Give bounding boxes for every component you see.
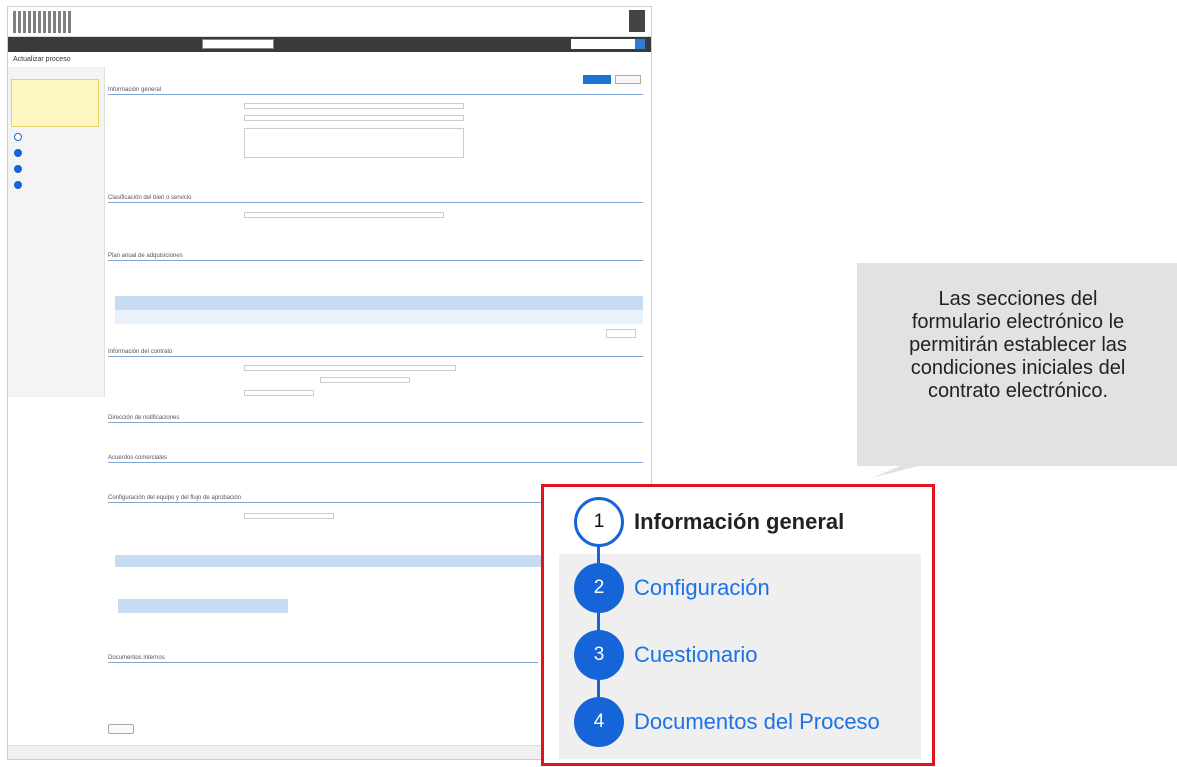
- step-documentos-del-proceso[interactable]: 4 Documentos del Proceso: [574, 697, 880, 747]
- step-cuestionario[interactable]: 3 Cuestionario: [574, 630, 758, 680]
- step-3-number: 3: [574, 630, 624, 680]
- step-3-label: Cuestionario: [634, 642, 758, 667]
- annual-plan-table-header: [115, 296, 643, 310]
- contract-type-select[interactable]: [244, 365, 456, 371]
- approval-subheader: [118, 599, 288, 613]
- process-number-field[interactable]: [244, 103, 464, 109]
- step-1-number: 1: [574, 497, 624, 547]
- callout-line: Las secciones del: [938, 288, 1098, 310]
- approval-flow-table-header: [115, 555, 545, 567]
- top-bar: [8, 7, 651, 37]
- callout-line: contrato electrónico.: [927, 380, 1109, 402]
- step-informacion-general[interactable]: 1 Información general: [574, 497, 844, 547]
- avatar[interactable]: [629, 10, 645, 32]
- callout-line: formulario electrónico le: [911, 311, 1125, 333]
- left-step-3[interactable]: [14, 165, 24, 173]
- step-2-icon: [14, 149, 22, 157]
- search-icon[interactable]: [635, 39, 645, 49]
- step-2-number: 2: [574, 563, 624, 613]
- breadcrumb-current: Actualizar proceso: [13, 56, 71, 63]
- callout-line: condiciones iniciales del: [910, 357, 1126, 379]
- add-plan-button[interactable]: [606, 329, 636, 338]
- section-header-annual-plan: Plan anual de adquisiciones: [108, 253, 643, 261]
- entity-select[interactable]: [202, 39, 274, 49]
- search-input[interactable]: [571, 39, 635, 49]
- save-button[interactable]: [583, 75, 611, 84]
- left-step-2[interactable]: [14, 149, 24, 157]
- continue-button[interactable]: [615, 75, 641, 84]
- left-step-4[interactable]: [14, 181, 24, 189]
- team-select[interactable]: [244, 513, 334, 519]
- step-configuracion[interactable]: 2 Configuración: [574, 563, 770, 613]
- step-4-icon: [14, 181, 22, 189]
- section-header-general: Información general: [108, 87, 643, 95]
- section-header-contract: Información del contrato: [108, 349, 643, 357]
- step-3-icon: [14, 165, 22, 173]
- callout-line: permitirán establecer las: [909, 334, 1127, 356]
- left-panel: [8, 67, 105, 397]
- step-1-icon: [14, 133, 22, 141]
- contract-duration-select[interactable]: [320, 377, 410, 383]
- contract-end-date-field[interactable]: [244, 390, 314, 396]
- annual-plan-table-row: [115, 310, 643, 324]
- description-field[interactable]: [244, 128, 464, 158]
- left-step-1[interactable]: [14, 133, 24, 141]
- breadcrumb: Actualizar proceso: [13, 56, 71, 63]
- back-button[interactable]: [108, 724, 134, 734]
- section-header-notifications: Dirección de notificaciones: [108, 415, 643, 423]
- section-header-trade-agreements: Acuerdos comerciales: [108, 455, 643, 463]
- step-1-label: Información general: [634, 509, 845, 534]
- section-header-classification: Clasificación del bien o servicio: [108, 195, 643, 203]
- info-notice: [11, 79, 99, 127]
- step-4-number: 4: [574, 697, 624, 747]
- section-header-internal-docs: Documentos internos: [108, 655, 538, 663]
- zoomed-step-navigation: 1 Información general 2 Configuración 3 …: [541, 484, 935, 766]
- main-navbar: [8, 37, 651, 52]
- portal-logo: [13, 11, 73, 33]
- step-2-label: Configuración: [634, 575, 770, 600]
- callout-text: Las secciones del formulario electrónico…: [868, 288, 1168, 403]
- step-4-label: Documentos del Proceso: [634, 709, 880, 734]
- process-name-field[interactable]: [244, 115, 464, 121]
- unspsc-code-field[interactable]: [244, 212, 444, 218]
